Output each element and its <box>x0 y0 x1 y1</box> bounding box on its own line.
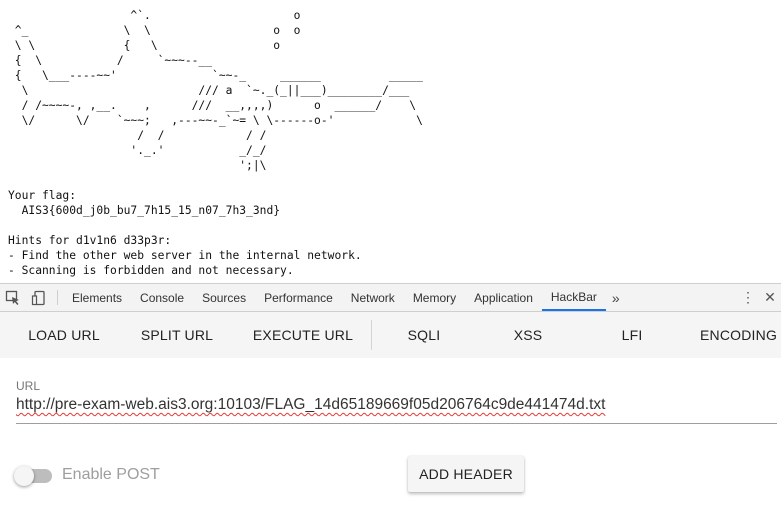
tab-memory[interactable]: Memory <box>404 284 465 311</box>
url-field-label: URL <box>16 379 41 393</box>
kebab-menu-icon[interactable]: ⋮ <box>737 289 759 306</box>
inspect-element-icon[interactable] <box>0 284 26 311</box>
load-url-button[interactable]: LOAD URL <box>14 312 114 358</box>
tab-performance[interactable]: Performance <box>255 284 342 311</box>
xss-button[interactable]: XSS <box>496 312 560 358</box>
execute-url-button[interactable]: EXECUTE URL <box>244 312 362 358</box>
toggle-knob[interactable] <box>14 466 34 486</box>
add-header-button[interactable]: ADD HEADER <box>408 456 524 492</box>
toolbar-divider <box>371 320 372 350</box>
flag-label: Your flag: <box>8 189 77 202</box>
sqli-button[interactable]: SQLI <box>392 312 456 358</box>
hackbar-toolbar: LOAD URL SPLIT URL EXECUTE URL SQLI XSS … <box>0 312 781 358</box>
tab-console[interactable]: Console <box>131 284 193 311</box>
hint-item: - Find the other web server in the inter… <box>8 249 362 262</box>
tab-elements[interactable]: Elements <box>63 284 131 311</box>
tab-network[interactable]: Network <box>342 284 404 311</box>
tab-hackbar[interactable]: HackBar <box>541 284 606 311</box>
tab-sources[interactable]: Sources <box>193 284 255 311</box>
double-chevron-right-icon[interactable]: » <box>606 284 626 311</box>
devtools-tab-bar: Elements Console Sources Performance Net… <box>0 283 781 312</box>
encoding-button[interactable]: ENCODING <box>700 312 781 358</box>
enable-post-label: Enable POST <box>62 466 160 483</box>
hint-item: - Scanning is forbidden and not necessar… <box>8 264 294 277</box>
toolbar-divider <box>57 290 58 305</box>
url-input-underline <box>16 423 777 424</box>
lfi-button[interactable]: LFI <box>600 312 664 358</box>
flag-value: AIS3{600d_j0b_bu7_7h15_15_n07_7h3_3nd} <box>8 204 281 217</box>
web-page-content: ^`. o ^_ \ \ o o \ \ { \ o { \ / `~~~--_… <box>0 0 781 283</box>
hints-title: Hints for d1v1n6 d33p3r: <box>8 234 172 247</box>
tab-application[interactable]: Application <box>465 284 542 311</box>
close-icon[interactable]: ✕ <box>759 289 781 306</box>
device-toolbar-icon[interactable] <box>26 284 52 311</box>
enable-post-toggle[interactable] <box>14 466 52 486</box>
hackbar-panel: URL http://pre-exam-web.ais3.org:10103/F… <box>0 358 781 507</box>
url-input[interactable]: http://pre-exam-web.ais3.org:10103/FLAG_… <box>16 396 776 414</box>
split-url-button[interactable]: SPLIT URL <box>128 312 226 358</box>
ascii-art-shark: ^`. o ^_ \ \ o o \ \ { \ o { \ / `~~~--_… <box>14 9 423 172</box>
